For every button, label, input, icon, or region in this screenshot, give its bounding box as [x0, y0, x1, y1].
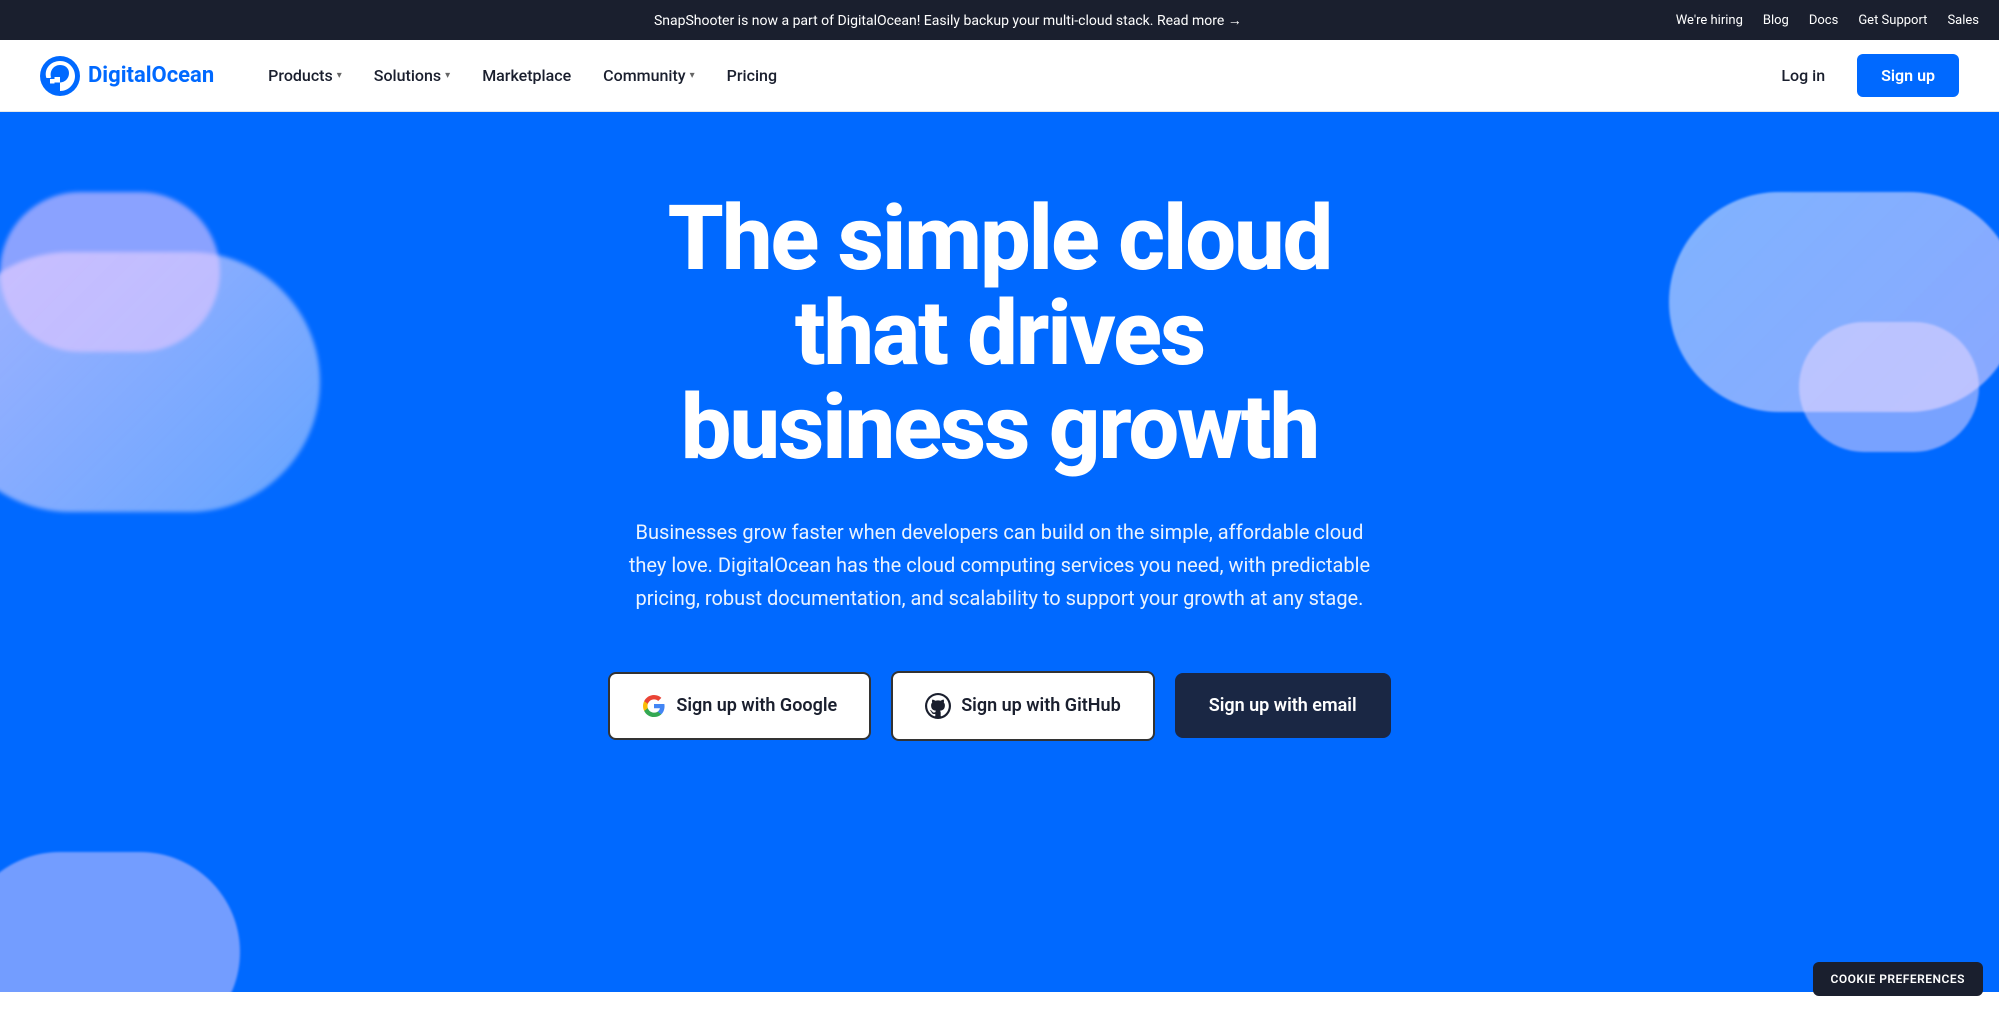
google-icon — [642, 694, 666, 718]
cloud-right-decoration — [1669, 192, 1999, 412]
github-icon — [925, 693, 951, 719]
blog-link[interactable]: Blog — [1763, 13, 1789, 28]
solutions-chevron-icon: ▾ — [445, 70, 450, 81]
announcement-bar: SnapShooter is now a part of DigitalOcea… — [0, 0, 1999, 40]
hero-title: The simple cloud that drives business gr… — [608, 192, 1390, 476]
signup-github-button[interactable]: Sign up with GitHub — [891, 671, 1155, 741]
announcement-text: SnapShooter is now a part of DigitalOcea… — [220, 12, 1676, 29]
support-link[interactable]: Get Support — [1858, 13, 1927, 28]
signup-button[interactable]: Sign up — [1857, 54, 1959, 97]
community-chevron-icon: ▾ — [690, 70, 695, 81]
docs-link[interactable]: Docs — [1809, 13, 1838, 28]
cloud-bottom-left-decoration — [0, 852, 240, 992]
hero-section: The simple cloud that drives business gr… — [0, 112, 1999, 992]
hiring-link[interactable]: We're hiring — [1676, 13, 1743, 28]
cloud-left-decoration — [0, 252, 320, 512]
signup-email-button[interactable]: Sign up with email — [1175, 673, 1391, 738]
logo-link[interactable]: DigitalOcean — [40, 56, 214, 96]
top-nav-links: We're hiring Blog Docs Get Support Sales — [1676, 13, 1979, 28]
nav-links: Products ▾ Solutions ▾ Marketplace Commu… — [254, 58, 1765, 93]
nav-solutions[interactable]: Solutions ▾ — [360, 58, 464, 93]
nav-pricing[interactable]: Pricing — [713, 58, 791, 93]
login-button[interactable]: Log in — [1765, 58, 1841, 93]
nav-products[interactable]: Products ▾ — [254, 58, 356, 93]
navbar: DigitalOcean Products ▾ Solutions ▾ Mark… — [0, 40, 1999, 112]
sales-link[interactable]: Sales — [1947, 13, 1979, 28]
digitalocean-logo-icon — [40, 56, 80, 96]
hero-content: The simple cloud that drives business gr… — [608, 192, 1390, 741]
nav-community[interactable]: Community ▾ — [589, 58, 708, 93]
hero-subtitle: Businesses grow faster when developers c… — [619, 516, 1379, 615]
nav-marketplace[interactable]: Marketplace — [468, 58, 585, 93]
cta-buttons: Sign up with Google Sign up with GitHub … — [608, 671, 1390, 741]
signup-google-button[interactable]: Sign up with Google — [608, 672, 871, 740]
nav-right: Log in Sign up — [1765, 54, 1959, 97]
products-chevron-icon: ▾ — [337, 70, 342, 81]
logo-text: DigitalOcean — [88, 63, 214, 88]
cookie-preferences-button[interactable]: COOKIE PREFERENCES — [1813, 962, 1983, 996]
